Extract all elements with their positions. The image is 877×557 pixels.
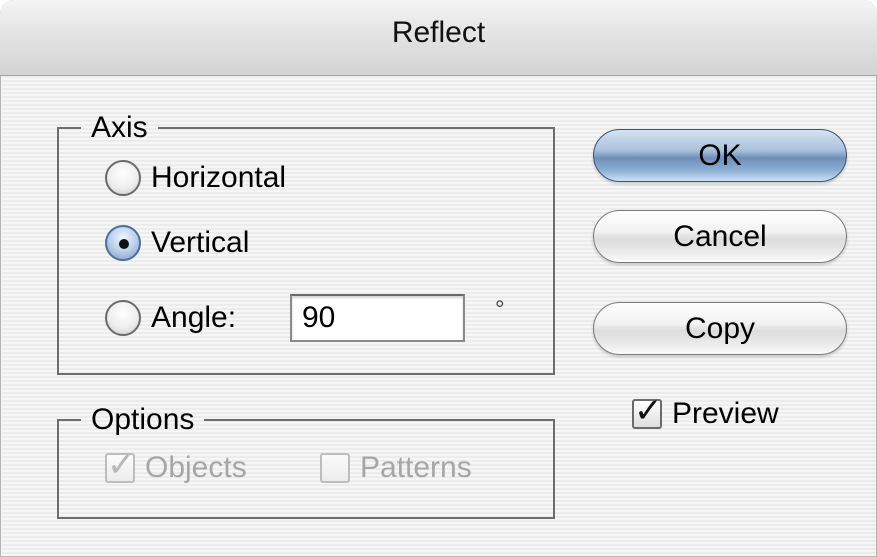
- axis-legend: Axis: [91, 111, 148, 144]
- radio-angle[interactable]: Angle:: [105, 300, 236, 336]
- patterns-label: Patterns: [360, 451, 472, 484]
- ok-button[interactable]: OK: [593, 129, 847, 182]
- objects-label: Objects: [145, 451, 247, 484]
- preview-checkbox[interactable]: ✓ Preview: [632, 391, 779, 431]
- options-legend: Options: [91, 403, 195, 436]
- radio-vertical[interactable]: Vertical: [105, 225, 249, 261]
- checkbox-icon[interactable]: ✓: [105, 445, 136, 485]
- copy-button[interactable]: Copy: [593, 302, 847, 355]
- radio-button-icon[interactable]: [105, 300, 141, 336]
- checkmark-icon: ✓: [634, 391, 663, 431]
- angle-input[interactable]: [290, 294, 465, 342]
- reflect-dialog: Reflect Axis Horizontal Vertical Angle: …: [0, 0, 877, 557]
- dialog-title: Reflect: [391, 16, 486, 49]
- objects-checkbox[interactable]: ✓ Objects: [105, 445, 247, 485]
- cancel-button[interactable]: Cancel: [593, 210, 847, 263]
- radio-horizontal[interactable]: Horizontal: [105, 160, 286, 196]
- preview-label: Preview: [672, 397, 779, 430]
- patterns-checkbox[interactable]: Patterns: [320, 451, 472, 485]
- checkmark-icon: ✓: [107, 445, 136, 485]
- radio-button-icon[interactable]: [105, 160, 141, 196]
- radio-vertical-label: Vertical: [151, 226, 250, 259]
- radio-button-selected-icon[interactable]: [105, 225, 141, 261]
- checkbox-icon[interactable]: [320, 453, 350, 483]
- radio-dot-icon: [119, 239, 129, 249]
- radio-angle-label: Angle:: [151, 301, 237, 334]
- radio-horizontal-label: Horizontal: [151, 161, 287, 194]
- title-bar[interactable]: Reflect: [0, 0, 877, 76]
- checkbox-icon[interactable]: ✓: [632, 391, 663, 431]
- degree-symbol: °: [495, 296, 505, 323]
